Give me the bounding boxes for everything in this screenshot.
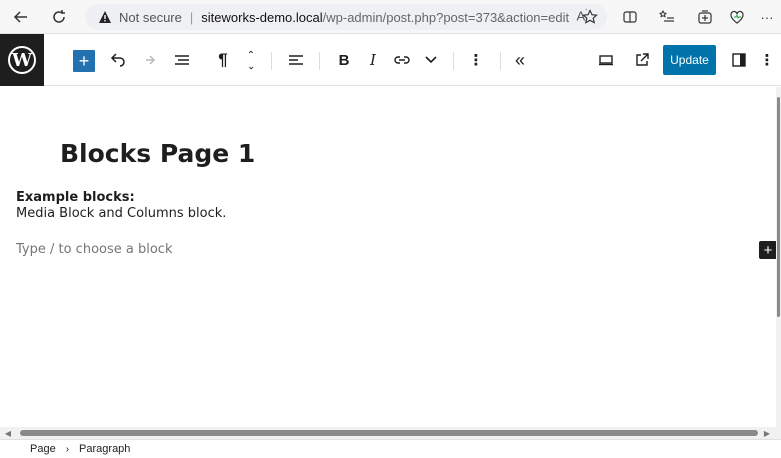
toolbar-divider	[319, 52, 320, 70]
wordpress-logo-icon[interactable]: W	[0, 34, 44, 86]
view-page-external-icon[interactable]	[632, 48, 652, 72]
security-label[interactable]: Not secure	[119, 10, 182, 25]
align-icon[interactable]	[286, 48, 306, 72]
breadcrumb-item-paragraph[interactable]: Paragraph	[79, 443, 130, 455]
vertical-scrollbar[interactable]	[776, 87, 781, 427]
document-overview-icon[interactable]	[172, 48, 192, 72]
toolbar-divider	[271, 52, 272, 70]
breadcrumb-item-page[interactable]: Page	[30, 443, 56, 455]
paragraph-block-text[interactable]: Media Block and Columns block.	[16, 206, 226, 221]
chevron-right-icon: ›	[65, 443, 70, 455]
options-menu-icon[interactable]: ⋮	[760, 48, 775, 72]
browser-toolbar: Not secure | siteworks-demo.local/wp-adm…	[0, 0, 781, 34]
redo-icon[interactable]	[138, 48, 158, 72]
toolbar-divider	[453, 52, 454, 70]
reload-icon[interactable]	[48, 6, 70, 28]
collections-icon[interactable]	[694, 6, 716, 28]
preview-device-icon[interactable]	[596, 48, 616, 72]
link-icon[interactable]	[392, 48, 412, 72]
favorite-star-icon[interactable]	[579, 6, 601, 28]
address-separator: |	[189, 9, 194, 25]
favorites-list-icon[interactable]	[656, 6, 678, 28]
scroll-left-icon[interactable]: ◀	[2, 427, 14, 439]
more-menu-icon[interactable]: ···	[756, 6, 778, 28]
vertical-scrollbar-thumb[interactable]	[777, 97, 780, 317]
horizontal-scrollbar[interactable]: ◀ ▶	[0, 427, 781, 439]
editor-header-toolbar: W + ¶ ⌃ ⌃ B I ⋮ « Update ⋮	[0, 34, 781, 86]
scroll-right-icon[interactable]: ▶	[761, 427, 773, 439]
browser-essentials-icon[interactable]	[726, 6, 748, 28]
collapse-toolbar-icon[interactable]: «	[510, 48, 530, 72]
breadcrumb: Page › Paragraph	[0, 439, 781, 458]
back-arrow-icon[interactable]	[10, 6, 32, 28]
update-button[interactable]: Update	[663, 45, 716, 75]
horizontal-scrollbar-thumb[interactable]	[20, 430, 758, 436]
warning-icon[interactable]	[97, 9, 113, 25]
block-placeholder[interactable]: Type / to choose a block	[16, 242, 172, 257]
toolbar-divider	[500, 52, 501, 70]
block-options-icon[interactable]: ⋮	[468, 48, 484, 72]
editor-canvas[interactable]: Blocks Page 1 Example blocks: Media Bloc…	[0, 87, 777, 427]
move-up-down-icon[interactable]: ⌃ ⌃	[243, 48, 259, 72]
address-bar[interactable]: Not secure | siteworks-demo.local/wp-adm…	[85, 4, 607, 30]
paragraph-block-heading[interactable]: Example blocks:	[16, 190, 135, 205]
add-block-icon[interactable]: +	[759, 241, 777, 259]
address-host: siteworks-demo.local	[201, 9, 323, 25]
split-screen-icon[interactable]	[619, 6, 641, 28]
post-title[interactable]: Blocks Page 1	[60, 139, 255, 168]
address-path: /wp-admin/post.php?post=373&action=edit	[322, 9, 570, 25]
chevron-down-icon[interactable]	[422, 48, 440, 72]
italic-icon[interactable]: I	[366, 48, 380, 72]
paragraph-block-icon[interactable]: ¶	[214, 48, 232, 72]
block-inserter-button[interactable]: +	[73, 50, 95, 72]
settings-sidebar-icon[interactable]	[729, 48, 749, 72]
undo-icon[interactable]	[108, 48, 128, 72]
bold-icon[interactable]: B	[336, 48, 352, 72]
